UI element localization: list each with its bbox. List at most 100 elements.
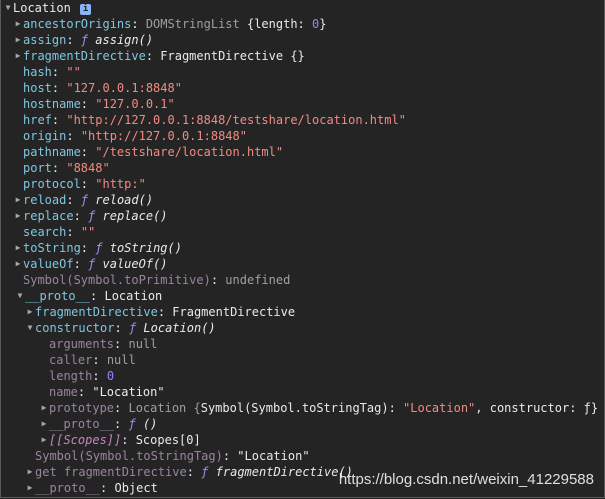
property-key: name	[49, 385, 78, 399]
property-value: 0	[106, 369, 115, 383]
property-row[interactable]: ▶ reload: ƒ reload()	[13, 192, 154, 208]
property-row[interactable]: ▶ fragmentDirective: FragmentDirective {}	[13, 48, 305, 64]
collapsed-triangle-icon[interactable]: ▶	[13, 240, 23, 256]
property-row: protocol: "http:"	[23, 177, 146, 191]
property-key: pathname	[23, 145, 81, 159]
function-signature: Location()	[143, 321, 216, 335]
proto-row[interactable]: ▼ __proto__: Location	[15, 288, 163, 304]
property-row: origin: "http://127.0.0.1:8848"	[23, 129, 247, 143]
property-key: search	[23, 225, 67, 239]
property-value: "127.0.0.1:8848"	[66, 81, 182, 95]
property-value: "http:"	[95, 177, 146, 191]
collapsed-triangle-icon[interactable]: ▶	[25, 464, 35, 480]
property-key: valueOf	[23, 257, 74, 271]
property-row: host: "127.0.0.1:8848"	[23, 81, 182, 95]
property-key: caller	[49, 353, 93, 367]
constructor-name-row: name: "Location"	[49, 385, 165, 399]
function-signature: ()	[142, 417, 158, 431]
function-keyword: ƒ	[95, 241, 103, 255]
property-key: port	[23, 161, 52, 175]
property-key: arguments	[49, 337, 115, 351]
constructor-length-row: length: 0	[49, 369, 115, 383]
expand-triangle-icon[interactable]: ▼	[15, 288, 25, 304]
expand-triangle-icon[interactable]: ▼	[25, 320, 35, 336]
proto-value: Location	[104, 289, 163, 303]
property-value: "8848"	[66, 161, 110, 175]
collapsed-triangle-icon[interactable]: ▶	[13, 32, 23, 48]
property-value: "Location"	[92, 385, 165, 399]
collapsed-triangle-icon[interactable]: ▶	[13, 192, 23, 208]
devtools-console-panel: ▼ Location i ▶ ancestorOrigins: DOMStringL…	[0, 0, 605, 498]
property-key: prototype	[49, 401, 115, 415]
expand-triangle-icon[interactable]: ▼	[3, 0, 13, 16]
scopes-row[interactable]: ▶ [[Scopes]]: Scopes[0]	[39, 432, 201, 448]
collapsed-triangle-icon[interactable]: ▶	[13, 208, 23, 224]
watermark-text: https://blog.csdn.net/weixin_41229588	[338, 471, 594, 488]
function-keyword: ƒ	[88, 209, 96, 223]
property-key: reload	[23, 193, 67, 207]
property-value: null	[106, 353, 136, 367]
property-value: FragmentDirective {}	[160, 49, 305, 63]
function-signature: fragmentDirective()	[215, 465, 353, 479]
collapsed-triangle-icon[interactable]: ▶	[39, 416, 49, 432]
function-signature: valueOf()	[102, 257, 168, 271]
to-string-tag-row: Symbol(Symbol.toStringTag): "Location"	[35, 449, 310, 463]
constructor-row[interactable]: ▼ constructor: ƒ Location()	[25, 320, 216, 336]
prototype-value-string: "Location"	[403, 401, 476, 415]
property-key: replace	[23, 209, 74, 223]
property-value: "http://127.0.0.1:8848/testshare/locatio…	[66, 113, 406, 127]
function-signature: toString()	[109, 241, 182, 255]
collapsed-triangle-icon[interactable]: ▶	[39, 400, 49, 416]
constructor-proto-row[interactable]: ▶ __proto__: ƒ ()	[39, 416, 158, 432]
property-row[interactable]: ▶ assign: ƒ assign()	[13, 32, 154, 48]
property-row[interactable]: ▶ valueOf: ƒ valueOf()	[13, 256, 168, 272]
collapsed-triangle-icon[interactable]: ▶	[39, 432, 49, 448]
constructor-caller-row: caller: null	[49, 353, 136, 367]
property-key: [[Scopes]]	[49, 433, 122, 447]
getter-label: get fragmentDirective	[35, 465, 187, 479]
function-keyword: ƒ	[80, 33, 89, 47]
property-key: Symbol(Symbol.toPrimitive)	[23, 273, 211, 287]
property-value: undefined	[225, 273, 291, 287]
property-value: "/testshare/location.html"	[95, 145, 284, 159]
property-value: ""	[80, 225, 96, 239]
property-value: "http://127.0.0.1:8848"	[80, 129, 247, 143]
property-key: protocol	[23, 177, 81, 191]
property-key: host	[23, 81, 52, 95]
property-key: ancestorOrigins	[23, 17, 132, 31]
property-key: hostname	[23, 97, 81, 111]
collapsed-triangle-icon[interactable]: ▶	[13, 16, 23, 32]
property-value: null	[128, 337, 158, 351]
property-key: __proto__	[49, 417, 115, 431]
collapsed-triangle-icon[interactable]: ▶	[25, 480, 35, 496]
property-key: toString	[23, 241, 81, 255]
property-key: fragmentDirective	[23, 49, 146, 63]
property-row: Symbol(Symbol.toPrimitive): undefined	[23, 273, 291, 287]
property-value: Scopes[0]	[135, 433, 201, 447]
property-row: hostname: "127.0.0.1"	[23, 97, 175, 111]
property-row[interactable]: ▶ replace: ƒ replace()	[13, 208, 168, 224]
object-proto-row[interactable]: ▶ __proto__: Object	[25, 480, 158, 496]
property-key: length	[49, 369, 93, 383]
property-row: hash: ""	[23, 65, 81, 79]
property-key: Symbol(Symbol.toStringTag)	[35, 449, 223, 463]
prototype-value-tail: , constructor: ƒ}	[475, 401, 599, 415]
property-key: hash	[23, 65, 52, 79]
getter-row[interactable]: ▶ get fragmentDirective: ƒ fragmentDirect…	[25, 464, 353, 480]
constructor-key: constructor	[35, 321, 115, 335]
prototype-row[interactable]: ▶ prototype: Location {Symbol(Symbol.toSt…	[39, 400, 599, 416]
property-value: DOMStringList {length: 0}	[145, 17, 327, 31]
function-keyword: ƒ	[80, 193, 89, 207]
prototype-value-head: Location {	[128, 401, 201, 415]
property-row[interactable]: ▶ toString: ƒ toString()	[13, 240, 182, 256]
collapsed-triangle-icon[interactable]: ▶	[13, 256, 23, 272]
collapsed-triangle-icon[interactable]: ▶	[13, 48, 23, 64]
info-icon[interactable]: i	[80, 4, 92, 15]
property-row[interactable]: ▶ ancestorOrigins: DOMStringList {length:…	[13, 16, 327, 32]
location-object-header[interactable]: ▼ Location i	[3, 0, 92, 16]
prototype-value-symbol: Symbol(Symbol.toStringTag)	[200, 401, 389, 415]
function-signature: replace()	[102, 209, 168, 223]
proto-fragment-directive-row[interactable]: ▶ fragmentDirective: FragmentDirective	[25, 304, 296, 320]
collapsed-triangle-icon[interactable]: ▶	[25, 304, 35, 320]
function-keyword: ƒ	[128, 417, 136, 431]
